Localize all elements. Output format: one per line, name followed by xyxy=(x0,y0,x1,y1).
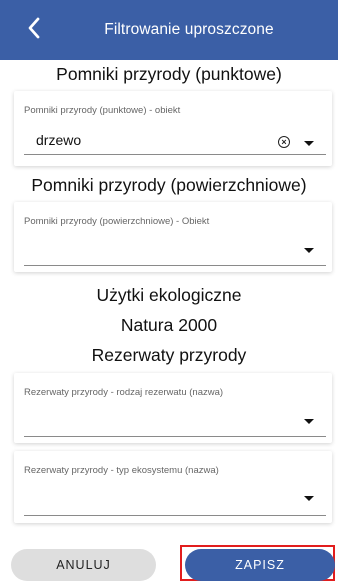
powierzchniowe-label: Pomniki przyrody (powierzchniowe) - Obie… xyxy=(24,216,210,227)
field-underline xyxy=(24,515,326,516)
section-heading-uzytki: Użytki ekologiczne xyxy=(96,285,242,305)
rodzaj-select[interactable]: Rezerwaty przyrody - rodzaj rezerwatu (n… xyxy=(14,373,332,443)
chevron-down-icon[interactable] xyxy=(304,496,314,501)
section-heading-rezerwaty: Rezerwaty przyrody xyxy=(91,345,247,365)
back-button[interactable] xyxy=(20,14,48,42)
section-heading-punktowe: Pomniki przyrody (punktowe) xyxy=(56,64,282,84)
typ-label: Rezerwaty przyrody - typ ekosystemu (naz… xyxy=(24,465,219,476)
punktowe-select[interactable]: Pomniki przyrody (punktowe) - obiekt drz… xyxy=(14,91,332,166)
clear-icon[interactable]: × xyxy=(278,136,290,148)
section-heading-natura: Natura 2000 xyxy=(120,315,218,335)
rodzaj-label: Rezerwaty przyrody - rodzaj rezerwatu (n… xyxy=(24,387,224,398)
punktowe-value: drzewo xyxy=(36,132,82,148)
app-header: Filtrowanie uproszczone xyxy=(0,0,338,60)
page-title: Filtrowanie uproszczone xyxy=(104,21,274,38)
chevron-left-icon xyxy=(28,17,40,39)
punktowe-label: Pomniki przyrody (punktowe) - obiekt xyxy=(24,105,181,116)
field-underline xyxy=(24,154,326,155)
field-underline xyxy=(24,265,326,266)
powierzchniowe-select[interactable]: Pomniki przyrody (powierzchniowe) - Obie… xyxy=(14,202,332,272)
cancel-button[interactable]: ANULUJ xyxy=(11,549,156,581)
chevron-down-icon[interactable] xyxy=(304,248,314,253)
typ-select[interactable]: Rezerwaty przyrody - typ ekosystemu (naz… xyxy=(14,451,332,523)
field-underline xyxy=(24,436,326,437)
chevron-down-icon[interactable] xyxy=(304,141,314,146)
save-button[interactable]: ZAPISZ xyxy=(185,549,335,581)
section-heading-powierzchniowe: Pomniki przyrody (powierzchniowe) xyxy=(31,175,307,195)
chevron-down-icon[interactable] xyxy=(304,419,314,424)
